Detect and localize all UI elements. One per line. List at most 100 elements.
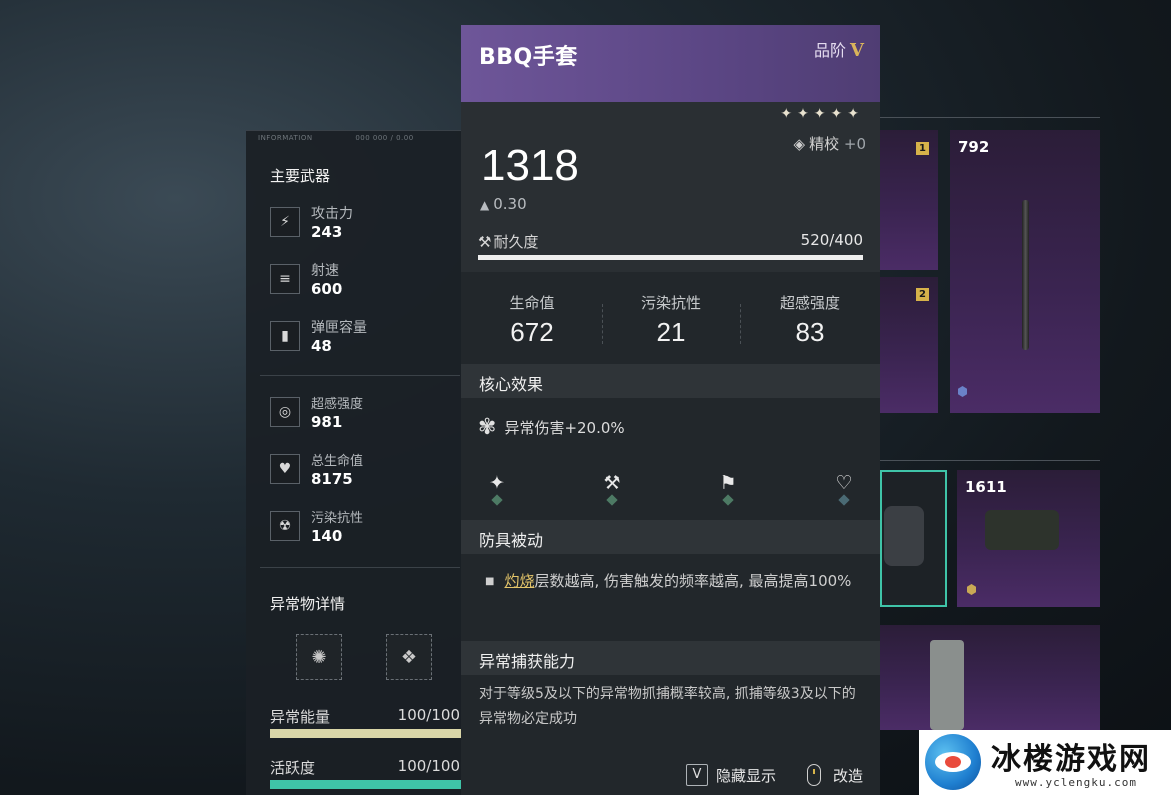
modify-label[interactable]: 改造 xyxy=(833,765,863,786)
stat-label: 射速 xyxy=(311,263,339,279)
attr-psi-intensity: 超感强度 83 xyxy=(741,280,879,348)
stat-magazine: ▮ 弹匣容量 48 xyxy=(270,315,460,359)
durability: ⚒ 耐久度 520/400 xyxy=(478,231,863,260)
hide-display-label[interactable]: 隐藏显示 xyxy=(716,765,776,786)
inventory-slot-gloves-selected[interactable] xyxy=(880,470,947,607)
diamond-icon xyxy=(491,494,503,506)
bar-value: 100/100 xyxy=(397,757,460,775)
refine-level: ◈ 精校 +0 xyxy=(794,133,866,154)
anomaly-energy-bar: 异常能量 100/100 xyxy=(270,706,470,738)
stat-value: 140 xyxy=(311,527,343,545)
inventory-divider xyxy=(880,460,1100,461)
stat-label: 弹匣容量 xyxy=(311,320,367,336)
inventory-slot-baton[interactable]: 792 xyxy=(950,130,1100,413)
divider xyxy=(260,375,460,376)
bar-fill xyxy=(270,780,461,789)
boots-image xyxy=(985,510,1059,550)
stat-value: 48 xyxy=(311,337,332,355)
durability-label: 耐久度 xyxy=(493,233,539,251)
health-icon: ♥ xyxy=(270,454,300,484)
psi-intensity-icon: ◎ xyxy=(270,397,300,427)
bullet-icon: ■ xyxy=(485,576,495,587)
pants-image xyxy=(930,640,964,730)
watermark-title: 冰楼游戏网 xyxy=(991,742,1151,777)
attr-label: 污染抗性 xyxy=(640,294,701,312)
stat-label: 污染抗性 xyxy=(311,511,364,526)
stat-value: 8175 xyxy=(311,470,353,488)
stat-fire-rate: ≡ 射速 600 xyxy=(270,258,460,302)
rank-badge: 1 xyxy=(916,142,929,155)
bar-fill xyxy=(270,729,461,738)
refine-icon: ◈ xyxy=(793,135,806,153)
heartbeat-icon: ♡ xyxy=(835,472,853,494)
section-title: 防具被动 xyxy=(479,531,544,550)
activity-bar: 活跃度 100/100 xyxy=(270,757,470,789)
wrench-icon: ⚒ xyxy=(478,233,492,251)
inventory-slot[interactable]: 2 xyxy=(880,277,938,413)
rank-badge: 2 xyxy=(916,288,929,301)
item-power-value: 1611 xyxy=(965,478,1007,496)
grade-value: V xyxy=(850,40,864,61)
star-rating: ✦✦✦✦✦ xyxy=(780,106,864,122)
attr-value: 672 xyxy=(510,317,554,347)
attr-health: 生命值 672 xyxy=(463,280,601,348)
refine-label: 精校 xyxy=(809,135,840,153)
stat-value: 981 xyxy=(311,413,343,431)
stat-label: 超感强度 xyxy=(311,397,364,412)
stat-pollution-resist: ☢ 污染抗性 140 xyxy=(270,505,460,549)
durability-value: 520/400 xyxy=(800,231,863,249)
anomaly-slot-1-icon[interactable]: ✺ xyxy=(296,634,342,680)
item-weight: ▲ 0.30 xyxy=(480,195,527,213)
stat-psi-intensity: ◎ 超感强度 981 xyxy=(270,391,460,435)
capture-ability-text: 对于等级5及以下的异常物抓捕概率较高, 抓捕等级3及以下的异常物必定成功 xyxy=(479,686,856,727)
inventory-slot[interactable]: 1 xyxy=(880,130,938,270)
divider xyxy=(260,567,460,568)
mouse-icon xyxy=(807,764,821,786)
set-bonus-3[interactable]: ⚑ xyxy=(713,472,743,506)
set-bonus-1[interactable]: ✦ xyxy=(482,472,512,506)
durability-bar xyxy=(478,255,863,260)
passive-description: 层数越高, 伤害触发的频率越高, 最高提高100% xyxy=(534,572,852,590)
armor-passive-text: ■ 灼烧层数越高, 伤害触发的频率越高, 最高提高100% xyxy=(485,568,875,595)
attr-label: 超感强度 xyxy=(779,294,840,312)
site-logo-icon xyxy=(925,734,981,790)
hammer-icon: ⚒ xyxy=(603,472,621,494)
stat-label: 攻击力 xyxy=(311,206,353,222)
set-bonus-4[interactable]: ♡ xyxy=(829,472,859,506)
item-power-value: 792 xyxy=(958,138,990,156)
watermark-url: www.yclengku.com xyxy=(1015,776,1137,789)
armor-value: 1318 xyxy=(481,141,579,190)
attr-value: 83 xyxy=(795,317,825,347)
core-effect-text: 异常伤害+20.0% xyxy=(504,419,625,437)
header-info-label: INFORMATION xyxy=(258,134,313,142)
attribute-stats: 生命值 672 污染抗性 21 超感强度 83 xyxy=(461,280,880,363)
anomaly-slot-2-icon[interactable]: ❖ xyxy=(386,634,432,680)
inventory-divider xyxy=(880,117,1100,118)
inventory-slot-pants[interactable] xyxy=(880,625,1100,730)
hide-key-hint[interactable]: V xyxy=(686,764,708,786)
site-watermark: 冰楼游戏网 www.yclengku.com xyxy=(919,730,1171,795)
refine-value: +0 xyxy=(843,135,866,153)
stat-attack: ⚡ 攻击力 243 xyxy=(270,201,460,245)
diamond-icon xyxy=(722,494,734,506)
capture-ability-header: 异常捕获能力 xyxy=(461,641,880,675)
burn-keyword-link[interactable]: 灼烧 xyxy=(504,572,534,590)
character-stats-panel: INFORMATION 000 000 / 0.00 主要武器 ⚡ 攻击力 24… xyxy=(246,130,461,795)
weight-value: 0.30 xyxy=(493,195,527,213)
item-name: BBQ手套 xyxy=(479,45,578,70)
set-bonus-2[interactable]: ⚒ xyxy=(597,472,627,506)
flag-icon: ⚑ xyxy=(719,472,737,494)
primary-weapon-title: 主要武器 xyxy=(270,167,331,185)
attack-icon: ⚡ xyxy=(270,207,300,237)
item-header: BBQ手套 品阶 V xyxy=(461,25,880,102)
stat-value: 243 xyxy=(311,223,343,241)
anomaly-details-title: 异常物详情 xyxy=(270,595,346,613)
baton-image xyxy=(1022,200,1029,350)
section-title: 核心效果 xyxy=(479,375,544,394)
stat-label: 总生命值 xyxy=(311,454,364,469)
inventory-slot-boots[interactable]: 1611 xyxy=(957,470,1100,607)
bar-value: 100/100 xyxy=(397,706,460,724)
item-grade: 品阶 V xyxy=(814,37,864,61)
quality-hex-icon xyxy=(958,386,967,397)
stat-total-health: ♥ 总生命值 8175 xyxy=(270,448,460,492)
